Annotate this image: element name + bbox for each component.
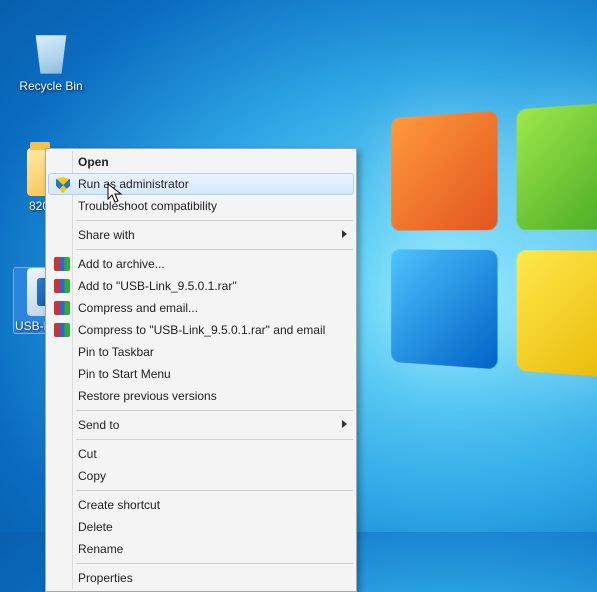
menu-label: Copy [78, 469, 106, 483]
menu-label: Add to archive... [78, 257, 165, 271]
menu-label: Add to "USB-Link_9.5.0.1.rar" [78, 279, 237, 293]
menu-run-as-administrator[interactable]: Run as administrator [48, 173, 354, 195]
menu-cut[interactable]: Cut [48, 443, 354, 465]
separator [76, 439, 353, 440]
menu-label: Create shortcut [78, 498, 160, 512]
menu-label: Compress to "USB-Link_9.5.0.1.rar" and e… [78, 323, 325, 337]
context-menu: Open Run as administrator Troubleshoot c… [45, 148, 357, 592]
menu-label: Restore previous versions [78, 389, 217, 403]
chevron-right-icon [342, 230, 347, 238]
shield-icon [54, 176, 72, 194]
menu-label: Properties [78, 571, 133, 585]
archive-icon [53, 321, 71, 339]
menu-rename[interactable]: Rename [48, 538, 354, 560]
menu-label: Compress and email... [78, 301, 198, 315]
desktop-icon-recycle-bin[interactable]: Recycle Bin [14, 28, 88, 93]
menu-add-to-archive[interactable]: Add to archive... [48, 253, 354, 275]
separator [76, 220, 353, 221]
chevron-right-icon [342, 420, 347, 428]
menu-add-to-named-rar[interactable]: Add to "USB-Link_9.5.0.1.rar" [48, 275, 354, 297]
menu-label: Run as administrator [78, 177, 189, 191]
separator [76, 249, 353, 250]
menu-create-shortcut[interactable]: Create shortcut [48, 494, 354, 516]
menu-properties[interactable]: Properties [48, 567, 354, 589]
menu-troubleshoot-compatibility[interactable]: Troubleshoot compatibility [48, 195, 354, 217]
menu-pin-to-start-menu[interactable]: Pin to Start Menu [48, 363, 354, 385]
archive-icon [53, 299, 71, 317]
menu-label: Send to [78, 418, 119, 432]
menu-copy[interactable]: Copy [48, 465, 354, 487]
menu-send-to[interactable]: Send to [48, 414, 354, 436]
menu-delete[interactable]: Delete [48, 516, 354, 538]
menu-restore-previous-versions[interactable]: Restore previous versions [48, 385, 354, 407]
menu-label: Pin to Start Menu [78, 367, 171, 381]
menu-label: Rename [78, 542, 123, 556]
separator [76, 490, 353, 491]
menu-open[interactable]: Open [48, 151, 354, 173]
menu-share-with[interactable]: Share with [48, 224, 354, 246]
menu-compress-named-and-email[interactable]: Compress to "USB-Link_9.5.0.1.rar" and e… [48, 319, 354, 341]
separator [76, 563, 353, 564]
desktop-icon-label: Recycle Bin [14, 79, 88, 93]
menu-label: Troubleshoot compatibility [78, 199, 217, 213]
archive-icon [53, 255, 71, 273]
windows-logo [391, 101, 597, 380]
recycle-bin-icon [27, 28, 75, 76]
menu-label: Pin to Taskbar [78, 345, 154, 359]
menu-compress-and-email[interactable]: Compress and email... [48, 297, 354, 319]
archive-icon [53, 277, 71, 295]
menu-pin-to-taskbar[interactable]: Pin to Taskbar [48, 341, 354, 363]
menu-label: Open [78, 155, 109, 169]
menu-label: Cut [78, 447, 97, 461]
separator [76, 410, 353, 411]
menu-label: Share with [78, 228, 135, 242]
